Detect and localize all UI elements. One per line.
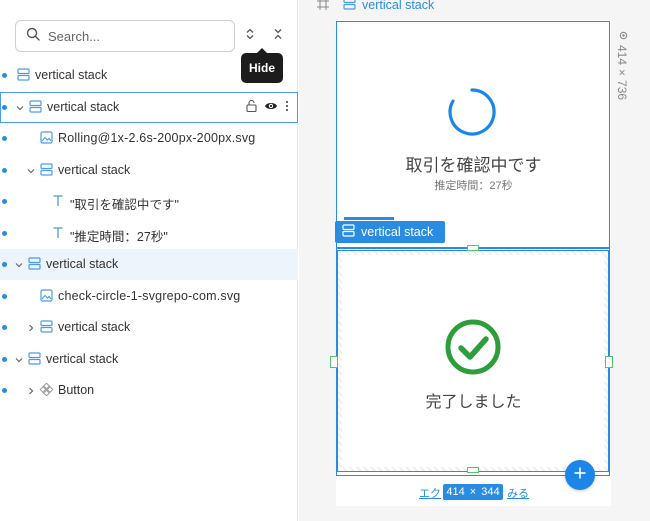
size-chip: 414 × 344	[443, 484, 503, 500]
resize-handle-right[interactable]	[605, 356, 613, 368]
text-icon	[52, 226, 66, 240]
chevron-down-icon[interactable]	[15, 102, 25, 112]
stack-icon	[40, 320, 54, 334]
frame-height: 736	[615, 80, 629, 101]
size-x: ×	[469, 486, 477, 498]
loading-title: 取引を確認中です	[405, 156, 542, 175]
loading-spinner-icon	[447, 87, 497, 137]
design-canvas[interactable]: vertical stack 414 × 736 取引を確認中です 推定時間：2…	[299, 0, 650, 521]
visibility-dot	[2, 199, 7, 204]
tree-row[interactable]: vertical stack	[0, 344, 298, 375]
chevron-down-icon[interactable]	[26, 165, 36, 175]
unlock-icon[interactable]	[246, 99, 257, 115]
tree-row[interactable]: "推定時間：27秒"	[0, 218, 298, 249]
tree-row-label: "推定時間：27秒"	[70, 230, 168, 244]
stack-badge-label: vertical stack	[361, 225, 434, 239]
row-actions	[246, 99, 289, 115]
resize-handle-top[interactable]	[467, 245, 479, 251]
tree-row[interactable]: Rolling@1x-2.6s-200px-200px.svg	[0, 123, 298, 154]
footer-link-right: みる	[507, 488, 529, 500]
chevron-right-icon[interactable]	[26, 322, 36, 332]
tree-row-label: "取引を確認中です"	[70, 198, 179, 212]
stack-icon	[17, 68, 31, 82]
frame-label-text: vertical stack	[362, 0, 435, 12]
frame-width: 414	[615, 45, 629, 66]
stack-badge[interactable]: vertical stack	[335, 221, 445, 243]
chevron-down-icon[interactable]	[14, 259, 24, 269]
tree-row[interactable]: Button	[0, 375, 298, 406]
tree-row-label: vertical stack	[46, 352, 119, 366]
tree-row-highlighted[interactable]: vertical stack	[0, 249, 298, 280]
frame-label[interactable]: vertical stack	[317, 0, 434, 13]
search-icon	[26, 27, 40, 46]
tree-row[interactable]: vertical stack	[0, 155, 298, 186]
visibility-dot	[2, 168, 7, 173]
done-title: 完了しました	[425, 394, 522, 411]
plus-icon	[573, 466, 587, 485]
tree-row[interactable]: check-circle-1-svgrepo-com.svg	[0, 281, 298, 312]
visibility-dot	[2, 325, 7, 330]
loading-subtitle: 推定時間：27秒	[434, 180, 513, 192]
tree-row-label: Rolling@1x-2.6s-200px-200px.svg	[58, 131, 256, 145]
tree-row-label: Button	[58, 383, 95, 397]
visibility-dot	[2, 262, 7, 267]
resize-handle-bottom[interactable]	[467, 467, 479, 473]
expand-all-button[interactable]	[241, 27, 259, 45]
chevron-down-icon[interactable]	[14, 354, 24, 364]
tree-row-label: check-circle-1-svgrepo-com.svg	[58, 289, 241, 303]
gear-icon	[615, 30, 629, 41]
tree-row-selected[interactable]: vertical stack	[0, 92, 298, 123]
component-icon	[39, 382, 54, 397]
add-button[interactable]	[565, 460, 595, 490]
chevron-up-down-icon	[245, 27, 255, 45]
chevron-right-icon[interactable]	[26, 385, 36, 395]
visibility-dot	[2, 105, 7, 110]
tree-row-label: vertical stack	[47, 100, 120, 114]
size-height: 344	[481, 486, 500, 498]
footer-link-left: エク	[419, 488, 441, 500]
check-circle-icon	[445, 319, 501, 375]
stack-icon	[29, 100, 43, 114]
collapse-icon	[273, 27, 283, 45]
visibility-dot	[2, 357, 7, 362]
stack-icon	[28, 352, 42, 366]
tree-row-label: vertical stack	[46, 257, 119, 271]
stack-icon	[343, 0, 356, 13]
image-icon	[40, 131, 54, 145]
stack-icon	[342, 224, 355, 240]
eye-icon[interactable]	[264, 100, 278, 115]
tree-row-label: vertical stack	[35, 68, 108, 82]
visibility-dot	[2, 73, 7, 78]
selection-indicator	[344, 217, 394, 220]
image-icon	[40, 289, 54, 303]
text-icon	[52, 194, 66, 208]
tree-row-label: vertical stack	[58, 320, 131, 334]
tree-row[interactable]: "取引を確認中です"	[0, 186, 298, 217]
frame-dimensions: 414 × 736	[615, 30, 629, 100]
search-box[interactable]	[15, 20, 235, 52]
stack-icon	[40, 163, 54, 177]
stack-icon	[28, 257, 42, 271]
frame-x: ×	[615, 69, 629, 77]
resize-handle-left[interactable]	[330, 356, 338, 368]
layers-panel: Hide vertical stack vertical stack	[0, 0, 298, 521]
visibility-dot	[2, 388, 7, 393]
tree-row[interactable]: vertical stack	[0, 312, 298, 343]
search-input[interactable]	[48, 28, 218, 44]
visibility-dot	[2, 294, 7, 299]
collapse-all-button[interactable]	[269, 27, 287, 45]
frame-icon	[317, 0, 329, 13]
visibility-dot	[2, 231, 7, 236]
visibility-dot	[2, 136, 7, 141]
size-width: 414	[446, 486, 465, 498]
tree-row-label: vertical stack	[58, 163, 131, 177]
tree-row[interactable]: vertical stack	[0, 60, 298, 91]
more-icon[interactable]	[285, 100, 289, 115]
